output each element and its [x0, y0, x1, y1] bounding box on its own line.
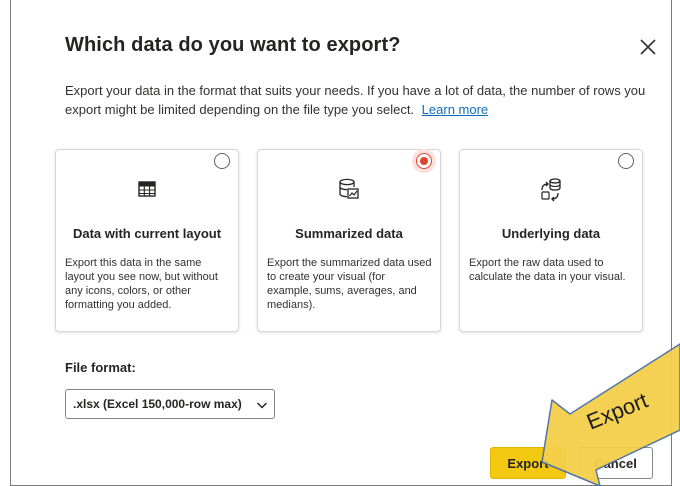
file-format-label: File format:: [65, 360, 136, 375]
radio-current-layout[interactable]: [214, 153, 230, 169]
file-format-dropdown[interactable]: .xlsx (Excel 150,000-row max): [65, 389, 275, 419]
close-button[interactable]: [637, 36, 659, 58]
file-format-value: .xlsx (Excel 150,000-row max): [73, 397, 242, 411]
radio-summarized[interactable]: [412, 149, 436, 173]
export-dialog: Which data do you want to export? Export…: [10, 0, 672, 486]
cancel-button[interactable]: Cancel: [578, 447, 653, 479]
close-icon: [640, 39, 656, 55]
option-description: Export this data in the same layout you …: [65, 257, 218, 311]
dialog-description: Export your data in the format that suit…: [65, 81, 655, 119]
data-arrows-icon: [541, 178, 561, 202]
chevron-down-icon: [256, 402, 268, 409]
export-button[interactable]: Export: [490, 447, 566, 479]
option-title: Summarized data: [295, 226, 403, 241]
radio-underlying[interactable]: [618, 153, 634, 169]
option-description: Export the raw data used to calculate th…: [469, 257, 626, 283]
option-title: Data with current layout: [72, 226, 222, 241]
option-card-underlying[interactable]: Underlying data Export the raw data used…: [459, 149, 643, 332]
option-card-current-layout[interactable]: Data with current layout Export this dat…: [55, 149, 239, 332]
learn-more-link[interactable]: Learn more: [422, 102, 488, 117]
table-grid-icon: [138, 181, 156, 197]
dialog-title: Which data do you want to export?: [65, 34, 401, 56]
description-text: Export your data in the format that suit…: [65, 83, 646, 117]
option-title: Underlying data: [501, 226, 601, 241]
option-card-summarized[interactable]: Summarized data Export the summarized da…: [257, 149, 441, 332]
database-chart-icon: [339, 178, 359, 199]
option-description: Export the summarized data used to creat…: [267, 257, 432, 311]
